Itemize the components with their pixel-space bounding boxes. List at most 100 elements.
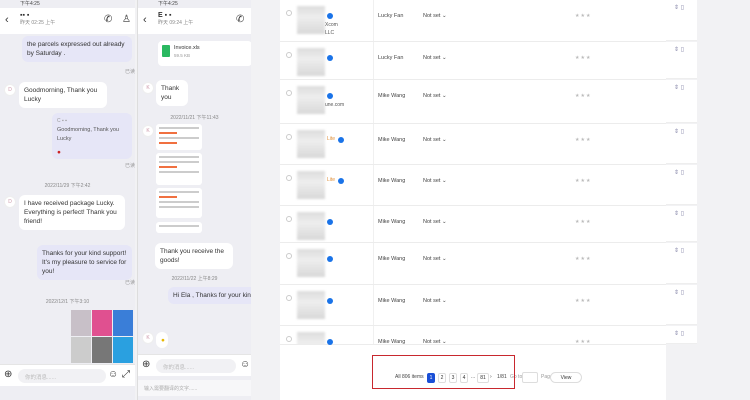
row-actions: ⇕ ▯ bbox=[666, 124, 697, 164]
call-icon[interactable]: ✆ bbox=[236, 14, 244, 25]
sort-icon[interactable]: ⇕ bbox=[674, 5, 679, 11]
edit-icon[interactable]: ▯ bbox=[681, 47, 684, 53]
message-input[interactable]: 你的消息...... bbox=[156, 359, 236, 373]
view-button[interactable]: View bbox=[550, 372, 582, 383]
owner-name: Mike Wang bbox=[378, 137, 406, 143]
edit-icon[interactable]: ▯ bbox=[681, 170, 684, 176]
company-text: une.com bbox=[325, 102, 345, 108]
file-attachment[interactable]: Invoice.xls 59.5 KB bbox=[158, 41, 251, 66]
back-icon[interactable]: ‹ bbox=[143, 14, 147, 26]
timestamp: 2022/11/29 下午2:42 bbox=[44, 183, 91, 189]
message-input[interactable]: 你的消息...... bbox=[18, 369, 106, 383]
blurred-customer-info bbox=[297, 249, 325, 277]
message-input-bar: ⊕ 你的消息...... ☺ ⤢ bbox=[0, 364, 135, 386]
edit-icon[interactable]: ▯ bbox=[681, 248, 684, 254]
verified-icon bbox=[327, 13, 333, 19]
row-actions: ⇕ ▯ bbox=[666, 326, 697, 344]
profile-icon[interactable]: ♙ bbox=[122, 14, 131, 25]
rating-stars[interactable]: ★★★ bbox=[575, 298, 591, 304]
row-checkbox[interactable] bbox=[286, 253, 292, 259]
row-checkbox[interactable] bbox=[286, 134, 292, 140]
status-select[interactable]: Not set ⌄ bbox=[423, 137, 447, 143]
message-bubble: I have received package Lucky. Everythin… bbox=[19, 195, 125, 230]
rating-stars[interactable]: ★★★ bbox=[575, 55, 591, 61]
sort-icon[interactable]: ⇕ bbox=[674, 85, 679, 91]
timestamp: 2022/11/21 下午11:43 bbox=[170, 115, 219, 121]
sort-icon[interactable]: ⇕ bbox=[674, 290, 679, 296]
row-checkbox[interactable] bbox=[286, 52, 292, 58]
avatar: K bbox=[142, 82, 154, 94]
edit-icon[interactable]: ▯ bbox=[681, 85, 684, 91]
edit-icon[interactable]: ▯ bbox=[681, 5, 684, 11]
avatar: D bbox=[4, 84, 16, 96]
status-select[interactable]: Not set ⌄ bbox=[423, 93, 447, 99]
table-row: Mike Wang Not set ⌄ ★★★ bbox=[280, 206, 666, 243]
call-icon[interactable]: ✆ bbox=[104, 14, 112, 25]
sort-icon[interactable]: ⇕ bbox=[674, 47, 679, 53]
sort-icon[interactable]: ⇕ bbox=[674, 170, 679, 176]
rating-stars[interactable]: ★★★ bbox=[575, 256, 591, 262]
message-input-bar: ⊕ 你的消息...... ☺ bbox=[138, 354, 251, 376]
status-select[interactable]: Not set ⌄ bbox=[423, 13, 447, 19]
chat-header: ‹ E ▪ ▪ 昨天 09:24 上午 ✆ bbox=[138, 8, 251, 34]
row-actions: ⇕ ▯ bbox=[666, 243, 697, 284]
rating-stars[interactable]: ★★★ bbox=[575, 13, 591, 19]
rating-stars[interactable]: ★★★ bbox=[575, 137, 591, 143]
rating-stars[interactable]: ★★★ bbox=[575, 178, 591, 184]
status-select[interactable]: Not set ⌄ bbox=[423, 55, 447, 61]
avatar: K bbox=[142, 332, 154, 344]
status-select[interactable]: Not set ⌄ bbox=[423, 256, 447, 262]
verified-icon bbox=[327, 55, 333, 61]
rating-stars[interactable]: ★★★ bbox=[575, 219, 591, 225]
row-actions: ⇕ ▯ bbox=[666, 0, 697, 41]
row-checkbox[interactable] bbox=[286, 336, 292, 342]
image-grid[interactable] bbox=[71, 310, 133, 363]
translate-input[interactable]: 输入需要翻译的文字...... bbox=[138, 380, 251, 396]
contact-last-seen: 昨天 02:25 上午 bbox=[20, 20, 56, 26]
owner-name: Lucky Fan bbox=[378, 13, 404, 19]
status-select[interactable]: Not set ⌄ bbox=[423, 298, 447, 304]
rating-stars[interactable]: ★★★ bbox=[575, 93, 591, 99]
edit-icon[interactable]: ▯ bbox=[681, 290, 684, 296]
expand-icon[interactable]: ⤢ bbox=[122, 369, 130, 380]
review-card[interactable] bbox=[156, 222, 202, 233]
edit-icon[interactable]: ▯ bbox=[681, 331, 684, 337]
row-actions: ⇕ ▯ bbox=[666, 80, 697, 123]
sort-icon[interactable]: ⇕ bbox=[674, 331, 679, 337]
row-checkbox[interactable] bbox=[286, 90, 292, 96]
emoji-icon[interactable]: ☺ bbox=[108, 369, 118, 380]
sort-icon[interactable]: ⇕ bbox=[674, 129, 679, 135]
plus-icon[interactable]: ⊕ bbox=[142, 359, 150, 370]
blurred-customer-info bbox=[297, 171, 325, 199]
chat-header: ‹ ▪▪ ▪ 昨天 02:25 上午 ✆ ♙ bbox=[0, 8, 135, 34]
status-select[interactable]: Not set ⌄ bbox=[423, 219, 447, 225]
goto-page-input[interactable] bbox=[522, 372, 538, 383]
message-bubble: Goodmorning, Thank you Lucky bbox=[19, 82, 107, 108]
verified-icon bbox=[327, 298, 333, 304]
review-card[interactable] bbox=[156, 153, 202, 185]
plus-icon[interactable]: ⊕ bbox=[4, 369, 12, 380]
verified-icon bbox=[327, 219, 333, 225]
review-card[interactable] bbox=[156, 124, 202, 150]
row-actions: ⇕ ▯ bbox=[666, 42, 697, 79]
sort-icon[interactable]: ⇕ bbox=[674, 211, 679, 217]
status-select[interactable]: Not set ⌄ bbox=[423, 178, 447, 184]
row-actions: ⇕ ▯ bbox=[666, 206, 697, 242]
file-size: 59.5 KB bbox=[174, 53, 191, 58]
edit-icon[interactable]: ▯ bbox=[681, 129, 684, 135]
blurred-customer-info bbox=[297, 130, 325, 158]
row-checkbox[interactable] bbox=[286, 216, 292, 222]
contact-name: ▪▪ ▪ bbox=[20, 12, 30, 19]
back-icon[interactable]: ‹ bbox=[5, 14, 9, 26]
company-text: LLC bbox=[325, 30, 335, 36]
sort-icon[interactable]: ⇕ bbox=[674, 248, 679, 254]
avatar: K bbox=[142, 125, 154, 137]
row-checkbox[interactable] bbox=[286, 175, 292, 181]
emoji-icon[interactable]: ☺ bbox=[240, 359, 250, 370]
read-receipt: 已读 bbox=[125, 280, 135, 286]
review-card[interactable] bbox=[156, 188, 202, 218]
row-checkbox[interactable] bbox=[286, 295, 292, 301]
edit-icon[interactable]: ▯ bbox=[681, 211, 684, 217]
avatar: D bbox=[4, 196, 16, 208]
row-checkbox[interactable] bbox=[286, 10, 292, 16]
